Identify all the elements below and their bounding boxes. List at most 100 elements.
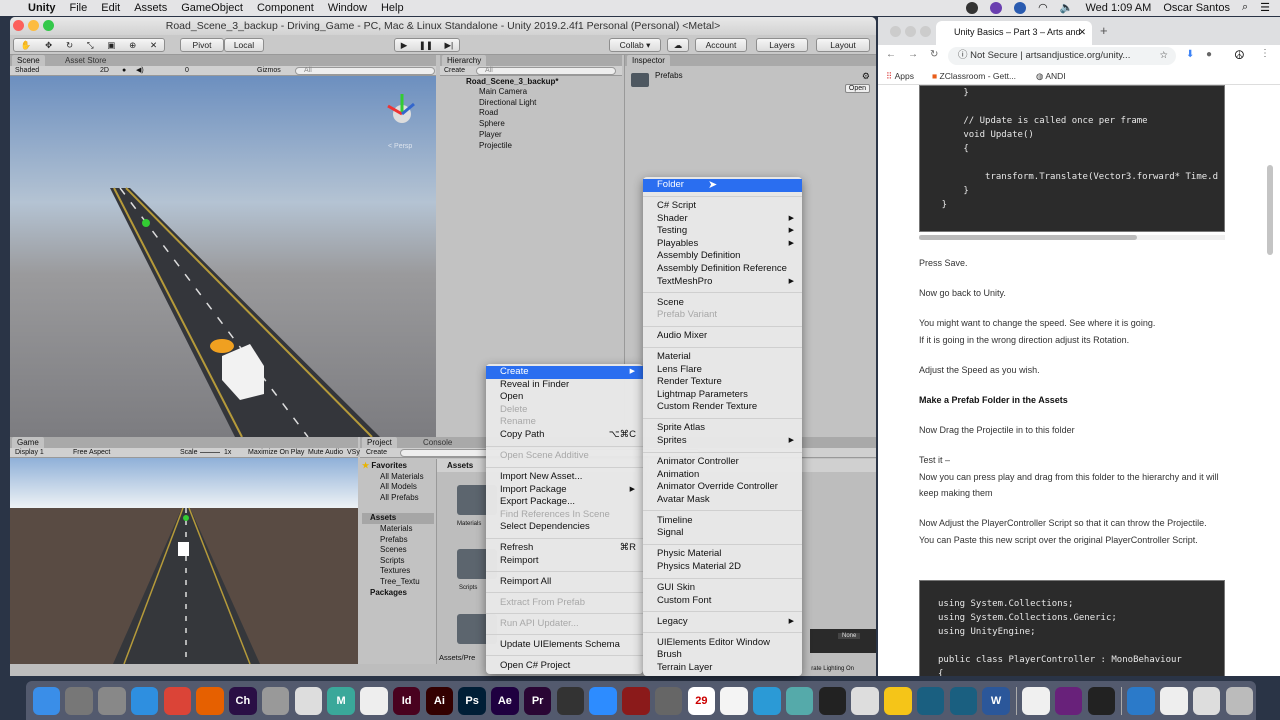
menu-item-testing[interactable]: Testing ▶: [643, 225, 802, 238]
menu-item-assembly-definition-reference[interactable]: Assembly Definition Reference: [643, 263, 802, 276]
tree-item[interactable]: Materials: [362, 524, 434, 535]
dock-system-preferences-icon[interactable]: [65, 686, 93, 715]
hidden-count[interactable]: 0: [185, 66, 189, 76]
menu-gameobject[interactable]: GameObject: [181, 2, 243, 14]
tree-item[interactable]: Prefabs: [362, 535, 434, 546]
tree-packages[interactable]: Packages: [362, 588, 434, 599]
code-scrollbar[interactable]: [919, 235, 1225, 240]
download-extension-icon[interactable]: ⬇: [1186, 49, 1194, 60]
dock-calculator-icon[interactable]: [261, 686, 290, 715]
transform-tools[interactable]: ✋ ✥ ↻ ⤡ ▣ ⊕ ✕: [13, 38, 165, 52]
lighting-none-dropdown[interactable]: None: [838, 633, 861, 639]
menu-item-gui-skin[interactable]: GUI Skin: [643, 582, 802, 595]
tab-hierarchy[interactable]: Hierarchy: [442, 55, 487, 66]
tree-item[interactable]: Scripts: [362, 556, 434, 567]
dock-premiere-icon[interactable]: Pr: [523, 686, 552, 715]
menu-item-folder[interactable]: Folder: [643, 179, 802, 192]
dock-app-cyan-1-icon[interactable]: [916, 686, 945, 715]
display-dropdown[interactable]: Display 1: [15, 448, 44, 458]
menu-item-material[interactable]: Material: [643, 351, 802, 364]
collab-button[interactable]: Collab ▾: [609, 38, 661, 52]
account-dropdown[interactable]: Account: [695, 38, 747, 52]
2d-toggle[interactable]: 2D: [100, 66, 109, 76]
hierarchy-search-input[interactable]: All: [476, 67, 616, 75]
user-name[interactable]: Oscar Santos: [1163, 2, 1230, 14]
lighting-toggle-icon[interactable]: ●: [122, 66, 126, 76]
bookmark-apps[interactable]: ⠿ Apps: [886, 67, 914, 85]
dock-document-icon[interactable]: [1160, 686, 1188, 715]
status-icon[interactable]: [1014, 1, 1027, 14]
vsync-toggle[interactable]: VSy: [347, 448, 360, 458]
scene-view[interactable]: [10, 76, 436, 437]
status-icon[interactable]: [990, 1, 1003, 14]
list-icon[interactable]: ☰: [1260, 1, 1270, 14]
dock-illustrator-icon[interactable]: Ai: [425, 686, 454, 715]
cloud-icon[interactable]: ☁: [667, 38, 689, 52]
dock-unity-2-icon[interactable]: [1087, 686, 1116, 715]
menu-item-playables[interactable]: Playables ▶: [643, 238, 802, 251]
menu-item-lens-flare[interactable]: Lens Flare: [643, 364, 802, 377]
menu-item-custom-font[interactable]: Custom Font: [643, 595, 802, 608]
menu-file[interactable]: File: [70, 2, 88, 14]
menu-item-select-dependencies[interactable]: Select Dependencies: [486, 521, 643, 534]
dock-firefox-icon[interactable]: [196, 686, 224, 715]
info-icon[interactable]: ⓘ: [958, 50, 968, 61]
gizmos-dropdown[interactable]: Gizmos: [257, 66, 281, 76]
close-button[interactable]: [13, 20, 24, 31]
menu-item-import-new-asset[interactable]: Import New Asset...: [486, 471, 643, 484]
tree-item[interactable]: Textures: [362, 566, 434, 577]
auto-generate-lighting[interactable]: rate Lighting On: [811, 666, 854, 672]
hierarchy-item[interactable]: Directional Light: [479, 98, 622, 109]
menu-item-brush[interactable]: Brush: [643, 649, 802, 662]
dock-trash-icon[interactable]: [1225, 686, 1254, 715]
dock-word-icon[interactable]: W: [982, 686, 1010, 715]
dock-cyberduck-icon[interactable]: [884, 686, 912, 715]
audio-toggle-icon[interactable]: ◀): [136, 66, 144, 76]
tab-game[interactable]: Game: [12, 437, 44, 448]
menu-item-avatar-mask[interactable]: Avatar Mask: [643, 494, 802, 507]
menu-item-legacy[interactable]: Legacy ▶: [643, 616, 802, 629]
menu-item-reveal-in-finder[interactable]: Reveal in Finder: [486, 379, 643, 392]
menu-item-c-script[interactable]: C# Script: [643, 200, 802, 213]
menu-item-assembly-definition[interactable]: Assembly Definition: [643, 250, 802, 263]
tree-item[interactable]: All Models: [362, 482, 434, 493]
menu-edit[interactable]: Edit: [101, 2, 120, 14]
volume-icon[interactable]: 🔈: [1060, 1, 1074, 14]
pause-button[interactable]: ❚❚: [419, 39, 433, 51]
menu-item-create[interactable]: Create ▶: [486, 366, 643, 379]
dock-calendar-icon[interactable]: 29: [687, 686, 716, 715]
dock-safari-icon[interactable]: [130, 686, 159, 715]
close-tab-icon[interactable]: ✕: [1078, 21, 1086, 43]
minimize-button[interactable]: [28, 20, 39, 31]
aspect-dropdown[interactable]: Free Aspect: [73, 448, 110, 458]
menu-item-textmeshpro[interactable]: TextMeshPro ▶: [643, 276, 802, 289]
hierarchy-create-button[interactable]: Create: [444, 66, 465, 76]
menu-item-copy-path[interactable]: Copy Path ⌥⌘C: [486, 429, 643, 442]
settings-gear-icon[interactable]: ⚙: [862, 71, 870, 82]
menu-item-animation[interactable]: Animation: [643, 469, 802, 482]
menu-item-scene[interactable]: Scene: [643, 297, 802, 310]
new-tab-button[interactable]: +: [1100, 23, 1108, 38]
bookmark-andi[interactable]: ◍ ANDI: [1036, 67, 1066, 85]
dock-quicktime-icon[interactable]: [556, 686, 585, 715]
dock-unity-icon[interactable]: [1022, 686, 1050, 715]
menu-item-reimport[interactable]: Reimport: [486, 555, 643, 568]
tab-scene[interactable]: Scene: [12, 55, 45, 66]
tab-inspector[interactable]: Inspector: [627, 55, 670, 66]
tree-item[interactable]: All Prefabs: [362, 493, 434, 504]
dock-unity-hub-icon[interactable]: [818, 686, 847, 715]
shading-dropdown[interactable]: Shaded: [15, 66, 39, 76]
projection-toggle[interactable]: < Persp: [388, 143, 412, 150]
menu-item-animator-override-controller[interactable]: Animator Override Controller: [643, 481, 802, 494]
tree-item[interactable]: Scenes: [362, 545, 434, 556]
dock-chrome-icon[interactable]: [163, 686, 192, 715]
play-button[interactable]: ▶: [401, 39, 408, 51]
scale-tool-icon[interactable]: ⤡: [87, 39, 94, 51]
custom-tool-icon[interactable]: ✕: [150, 39, 157, 51]
menu-item-open-c-project[interactable]: Open C# Project: [486, 660, 643, 673]
menu-help[interactable]: Help: [381, 2, 404, 14]
dock-textedit-icon[interactable]: [294, 686, 323, 715]
dock-visual-studio-icon[interactable]: [1054, 686, 1083, 715]
move-tool-icon[interactable]: ✥: [45, 39, 52, 51]
dock-finder-icon[interactable]: [32, 686, 61, 715]
